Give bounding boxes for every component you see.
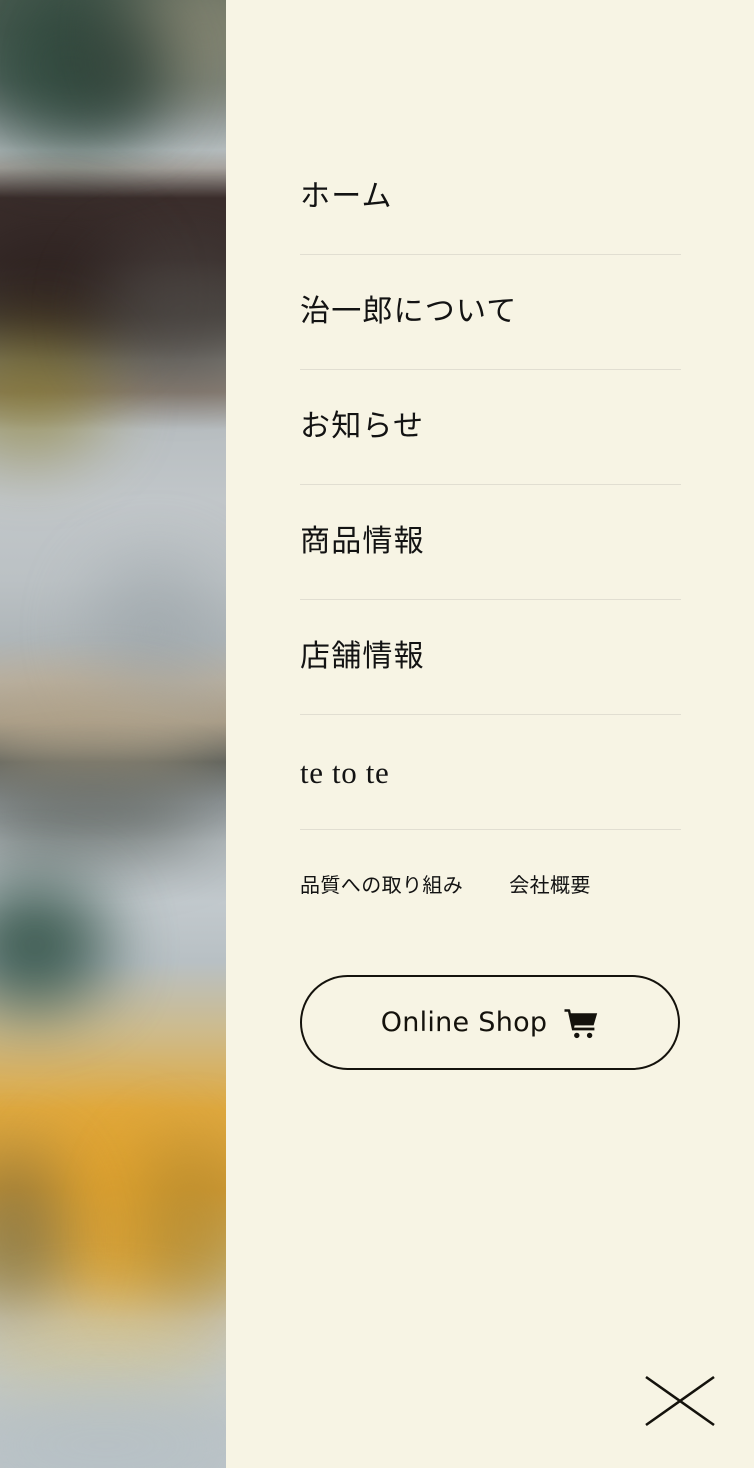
nav-item-home[interactable]: ホーム: [300, 140, 681, 254]
photo-blur-blob: [60, 10, 170, 120]
photo-blur-blob: [90, 560, 220, 700]
close-x-icon: [644, 1372, 716, 1430]
nav-item-label: 治一郎について: [300, 295, 518, 328]
nav-item-label: te to te: [300, 754, 390, 790]
nav-item-label: ホーム: [300, 180, 393, 213]
nav-item-label: お知らせ: [300, 410, 425, 443]
close-menu-button[interactable]: [644, 1372, 716, 1430]
secondary-links: 品質への取り組み 会社概要: [300, 875, 591, 895]
shopping-cart-icon: [563, 1007, 599, 1039]
photo-blur-blob: [0, 1310, 226, 1400]
background-photo: [0, 0, 226, 1468]
nav-item-stores[interactable]: 店舗情報: [300, 599, 681, 714]
nav-item-label: 店舗情報: [300, 640, 425, 673]
mobile-menu-overlay: ホーム 治一郎について お知らせ 商品情報 店舗情報 te to te 品質への…: [0, 0, 754, 1468]
nav-item-products[interactable]: 商品情報: [300, 484, 681, 599]
main-navigation: ホーム 治一郎について お知らせ 商品情報 店舗情報 te to te: [300, 140, 681, 830]
nav-item-about[interactable]: 治一郎について: [300, 254, 681, 369]
online-shop-button[interactable]: Online Shop: [300, 975, 680, 1070]
menu-panel: ホーム 治一郎について お知らせ 商品情報 店舗情報 te to te 品質への…: [226, 0, 754, 1468]
sub-link-company-profile[interactable]: 会社概要: [509, 875, 591, 895]
nav-item-label: 商品情報: [300, 525, 425, 558]
nav-item-news[interactable]: お知らせ: [300, 369, 681, 484]
nav-item-te-to-te[interactable]: te to te: [300, 714, 681, 830]
sub-link-quality[interactable]: 品質への取り組み: [300, 875, 463, 895]
online-shop-label: Online Shop: [380, 1007, 548, 1038]
